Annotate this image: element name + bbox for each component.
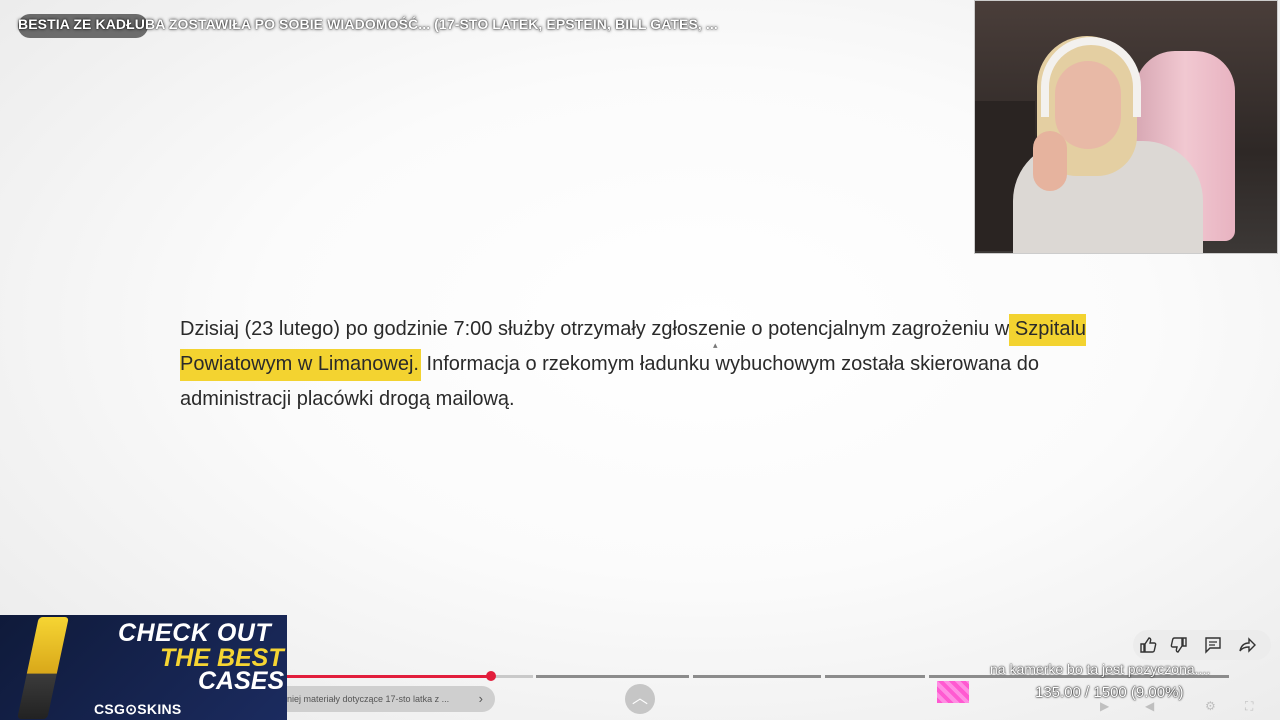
fullscreen-icon[interactable]: ⛶ bbox=[1245, 699, 1253, 714]
donation-goal-bar bbox=[937, 681, 969, 703]
video-title[interactable]: BESTIA ZE KADŁUBA ZOSTAWIŁA PO SOBIE WIA… bbox=[18, 16, 718, 32]
sponsor-banner[interactable]: CHECK OUT THE BEST CASES CSG⊙SKINS bbox=[0, 615, 287, 720]
volume-icon[interactable]: ◀ bbox=[1145, 699, 1154, 713]
chapter-button[interactable]: niej materiały dotyczące 17-sto latka z … bbox=[287, 686, 495, 712]
expand-button[interactable]: ︿ bbox=[625, 684, 655, 714]
chapter-segment[interactable] bbox=[693, 675, 821, 678]
thumbs-down-icon[interactable] bbox=[1170, 636, 1188, 654]
sponsor-brand: CSG⊙SKINS bbox=[94, 701, 182, 717]
sponsor-line-3: CASES bbox=[198, 667, 285, 695]
article-text-before: Dzisiaj (23 lutego) po godzinie 7:00 słu… bbox=[180, 318, 1015, 340]
progress-buffered[interactable] bbox=[491, 675, 533, 678]
play-icon[interactable]: ▶ bbox=[1100, 699, 1109, 713]
chevron-right-icon: › bbox=[478, 691, 483, 706]
progress-played[interactable] bbox=[287, 675, 491, 678]
settings-icon[interactable]: ⚙ bbox=[1205, 699, 1216, 713]
thumbs-up-icon[interactable] bbox=[1139, 636, 1157, 654]
streamer-webcam bbox=[974, 0, 1278, 254]
article-paragraph: Dzisiaj (23 lutego) po godzinie 7:00 słu… bbox=[180, 312, 1120, 417]
streamer-hand bbox=[1033, 131, 1067, 191]
action-bar bbox=[1133, 630, 1271, 660]
player-controls: ▶ ◀ ⚙ ⛶ bbox=[1095, 696, 1275, 720]
chevron-up-icon: ︿ bbox=[631, 690, 648, 707]
chapter-label: niej materiały dotyczące 17-sto latka z … bbox=[287, 694, 450, 704]
mouse-cursor-icon: ▴ bbox=[713, 340, 718, 350]
progress-scrubber[interactable] bbox=[486, 671, 496, 681]
knife-icon bbox=[17, 617, 69, 719]
chapter-segment[interactable] bbox=[536, 675, 689, 678]
comment-icon[interactable] bbox=[1204, 636, 1222, 654]
share-icon[interactable] bbox=[1239, 636, 1257, 654]
stream-chat-message: na kamerke bo ta jest pozyczona.... bbox=[990, 661, 1211, 677]
chapter-segment[interactable] bbox=[825, 675, 925, 678]
